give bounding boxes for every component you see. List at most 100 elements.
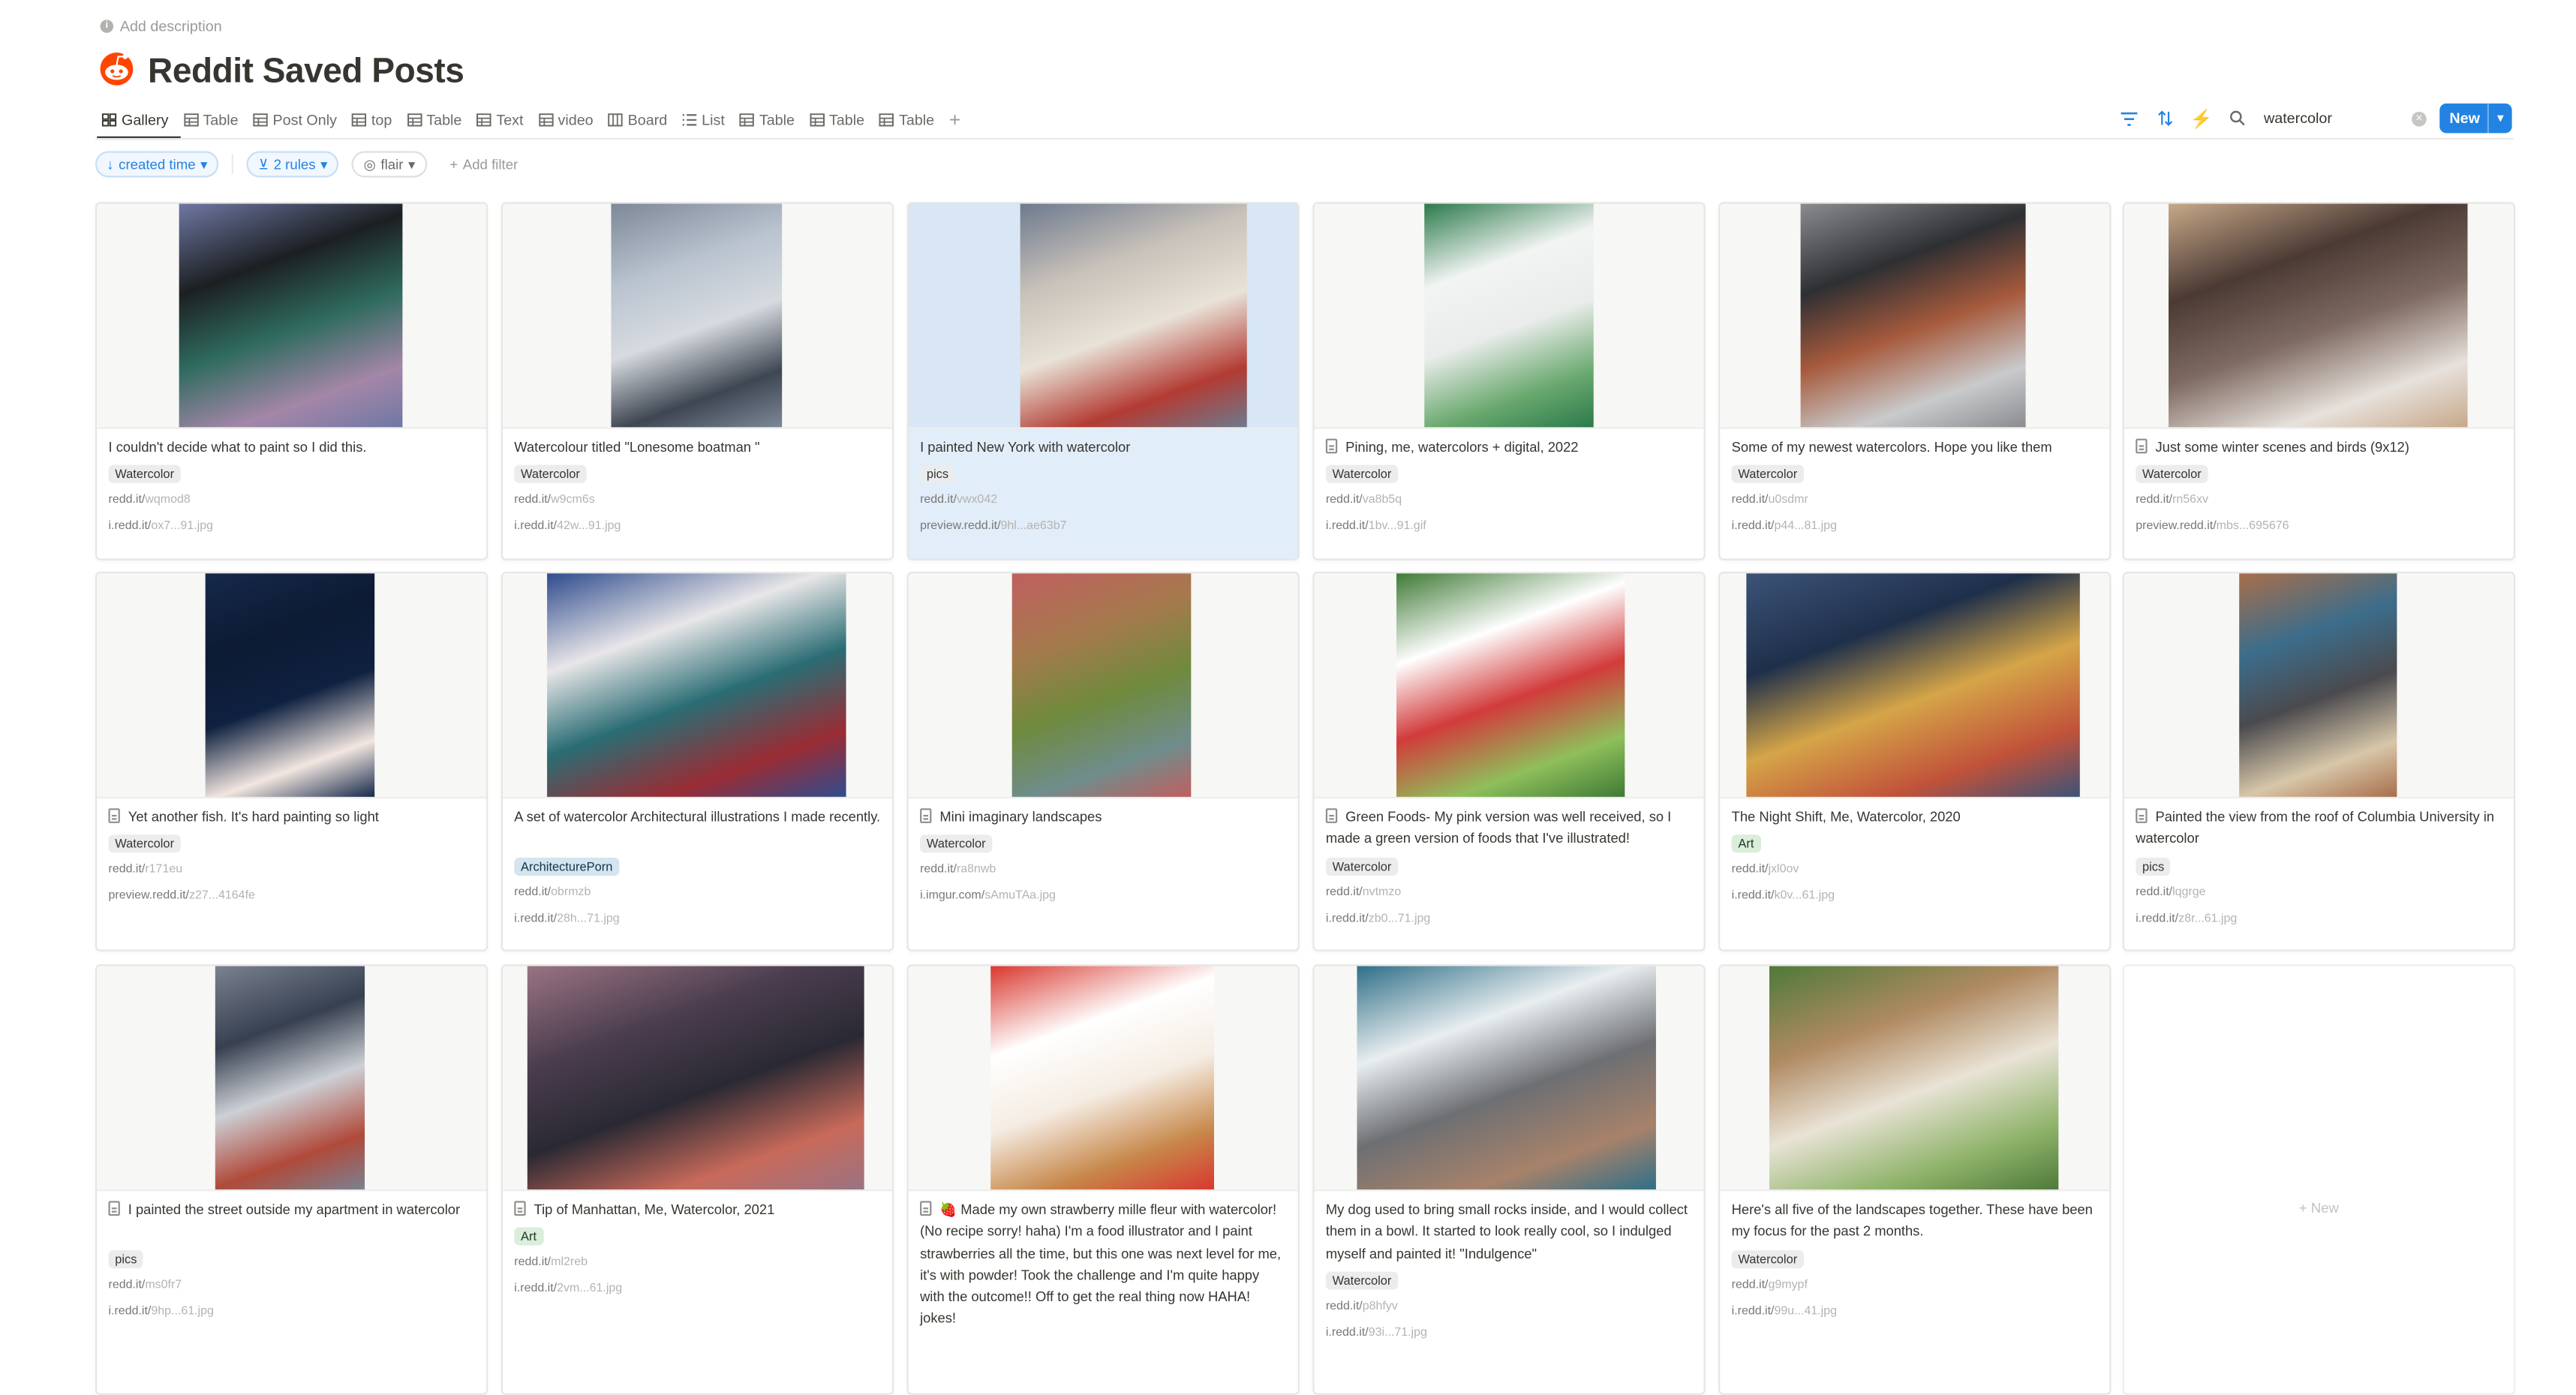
post-link-id: lqgrge: [2172, 883, 2206, 898]
automation-bolt-icon[interactable]: ⚡: [2190, 109, 2213, 129]
chevron-down-icon: ▾: [407, 155, 416, 172]
tab-gallery[interactable]: Gallery: [101, 111, 169, 128]
gallery-card[interactable]: I painted New York with watercolor pics re…: [906, 202, 1300, 561]
flair-tag: Art: [1731, 834, 1761, 853]
post-link[interactable]: redd.it/lqgrge: [2136, 883, 2205, 898]
tab-label: Gallery: [122, 111, 169, 128]
rules-chip[interactable]: ⊻ 2 rules ▾: [247, 151, 339, 178]
post-link[interactable]: redd.it/u0sdmr: [1732, 492, 1808, 507]
gallery-card[interactable]: Mini imaginary landscapes Watercolor redd.…: [906, 571, 1300, 952]
tab-text[interactable]: Text: [476, 112, 524, 128]
post-link[interactable]: redd.it/r171eu: [109, 861, 183, 876]
tab-board[interactable]: Board: [608, 112, 667, 128]
image-link[interactable]: i.imgur.com/sAmuTAa.jpg: [920, 888, 1056, 903]
post-link[interactable]: redd.it/rn56xv: [2136, 492, 2208, 507]
tab-list[interactable]: List: [682, 112, 725, 128]
gallery-card[interactable]: Pining, me, watercolors + digital, 2022 W…: [1312, 202, 1706, 561]
gallery-card[interactable]: Yet another fish. It's hard painting so …: [95, 571, 488, 952]
flair-tag: Watercolor: [2136, 465, 2208, 484]
gallery-card[interactable]: I couldn't decide what to paint so I did…: [95, 202, 488, 561]
tab-video[interactable]: video: [538, 112, 594, 128]
add-filter-label: Add filter: [462, 155, 519, 173]
post-link-domain: redd.it/: [2136, 492, 2173, 507]
card-title-text: Painted the view from the roof of Columb…: [2136, 808, 2495, 847]
post-link[interactable]: redd.it/jxl0ov: [1732, 861, 1799, 876]
post-link[interactable]: redd.it/nvtmzo: [1326, 883, 1401, 898]
post-link[interactable]: redd.it/ms0fr7: [109, 1276, 182, 1291]
gallery-card[interactable]: A set of watercolor Architectural illust…: [500, 571, 894, 952]
image-link[interactable]: i.redd.it/99u...41.jpg: [1732, 1302, 1837, 1317]
add-view-plus-icon[interactable]: +: [949, 109, 960, 132]
image-link-domain: i.redd.it/: [1325, 1324, 1369, 1339]
gallery-card[interactable]: Just some winter scenes and birds (9x12)…: [2122, 202, 2515, 561]
post-link[interactable]: redd.it/vwx042: [920, 492, 997, 507]
gallery-card[interactable]: Tip of Manhattan, Me, Watercolor, 2021 Ar…: [500, 964, 894, 1395]
gallery-card[interactable]: Watercolour titled "Lonesome boatman " Wa…: [500, 202, 894, 561]
sort-icon[interactable]: [2156, 109, 2175, 128]
image-link[interactable]: preview.redd.it/z27...4164fe: [109, 888, 255, 903]
image-link[interactable]: preview.redd.it/mbs...695676: [2136, 518, 2289, 533]
gallery-card[interactable]: I painted the street outside my apartmen…: [95, 964, 488, 1395]
gallery-card[interactable]: My dog used to bring small rocks inside,…: [1312, 964, 1706, 1395]
gallery-card[interactable]: Here's all five of the landscapes togeth…: [1718, 964, 2112, 1395]
filter-icon: ⊻: [258, 155, 269, 172]
image-link-domain: i.redd.it/: [1731, 1302, 1775, 1318]
post-link-domain: redd.it/: [108, 492, 146, 507]
gallery-card[interactable]: Painted the view from the roof of Columb…: [2122, 571, 2515, 952]
post-link[interactable]: redd.it/g9mypf: [1732, 1276, 1808, 1291]
chevron-down-icon[interactable]: ▾: [2487, 103, 2512, 134]
flair-filter-chip[interactable]: ◎ flair ▾: [352, 151, 427, 178]
image-link[interactable]: preview.redd.it/9hl...ae63b7: [920, 518, 1066, 533]
search-input[interactable]: watercolor: [2264, 110, 2395, 127]
image-link[interactable]: i.redd.it/42w...91.jpg: [514, 518, 621, 533]
new-record-button[interactable]: New ▾: [2439, 103, 2512, 134]
card-thumbnail: [1314, 573, 1704, 799]
tab-table[interactable]: Table: [879, 112, 934, 128]
filter-icon[interactable]: [2119, 109, 2139, 128]
image-link[interactable]: i.redd.it/k0v...61.jpg: [1732, 888, 1835, 903]
card-title-text: 🍓 Made my own strawberry mille fleur wit…: [920, 1201, 1282, 1327]
sort-chip[interactable]: ↓ created time ▾: [95, 151, 219, 178]
painting-image: [1769, 966, 2059, 1190]
image-link[interactable]: i.redd.it/zb0...71.jpg: [1326, 909, 1430, 924]
tab-post-only[interactable]: Post Only: [253, 112, 337, 128]
post-link[interactable]: redd.it/ml2reb: [514, 1254, 588, 1269]
post-link-id: ml2reb: [551, 1254, 588, 1269]
post-link[interactable]: redd.it/w9cm6s: [514, 492, 594, 507]
gallery-card[interactable]: Some of my newest watercolors. Hope you …: [1718, 202, 2112, 561]
tab-table[interactable]: Table: [739, 112, 795, 128]
image-link[interactable]: i.redd.it/2vm...61.jpg: [514, 1280, 622, 1295]
image-link[interactable]: i.redd.it/9hp...61.jpg: [109, 1302, 214, 1317]
search-icon[interactable]: [2228, 109, 2247, 128]
post-link[interactable]: redd.it/va8b5q: [1326, 492, 1402, 507]
gallery-card[interactable]: 🍓 Made my own strawberry mille fleur wit…: [906, 964, 1300, 1395]
gallery-card[interactable]: The Night Shift, Me, Watercolor, 2020 Art…: [1718, 571, 2112, 952]
tab-table[interactable]: Table: [183, 112, 239, 128]
post-link[interactable]: redd.it/obrmzb: [514, 883, 591, 898]
image-link[interactable]: i.redd.it/28h...71.jpg: [514, 909, 619, 924]
tab-table[interactable]: Table: [407, 112, 461, 128]
clear-search-icon[interactable]: ×: [2412, 110, 2427, 126]
table-icon: [879, 113, 894, 127]
new-card-placeholder[interactable]: + New: [2122, 964, 2515, 1395]
add-description-button[interactable]: i Add description: [100, 18, 222, 35]
card-title: A set of watercolor Architectural illust…: [514, 807, 880, 828]
post-link[interactable]: redd.it/wqmod8: [109, 492, 191, 507]
image-link[interactable]: i.redd.it/z8r...61.jpg: [2136, 909, 2237, 924]
tab-table[interactable]: Table: [809, 112, 864, 128]
tab-top[interactable]: top: [351, 112, 392, 128]
add-filter-button[interactable]: + Add filter: [440, 153, 528, 176]
card-title: My dog used to bring small rocks inside,…: [1326, 1199, 1692, 1264]
image-link[interactable]: i.redd.it/93i...71.jpg: [1326, 1324, 1427, 1339]
image-link-domain: preview.redd.it/: [108, 887, 189, 903]
image-link[interactable]: i.redd.it/1bv...91.gif: [1326, 518, 1426, 533]
post-link[interactable]: redd.it/ra8nwb: [920, 861, 996, 876]
post-link[interactable]: redd.it/p8hfyv: [1326, 1297, 1398, 1312]
image-link-file: 99u...41.jpg: [1774, 1302, 1837, 1318]
card-title: Some of my newest watercolors. Hope you …: [1732, 437, 2098, 458]
info-icon: i: [100, 20, 114, 33]
image-link[interactable]: i.redd.it/ox7...91.jpg: [109, 518, 213, 533]
gallery-card[interactable]: Green Foods- My pink version was well re…: [1312, 571, 1706, 952]
post-link-id: vwx042: [956, 492, 998, 507]
image-link[interactable]: i.redd.it/p44...81.jpg: [1732, 518, 1837, 533]
